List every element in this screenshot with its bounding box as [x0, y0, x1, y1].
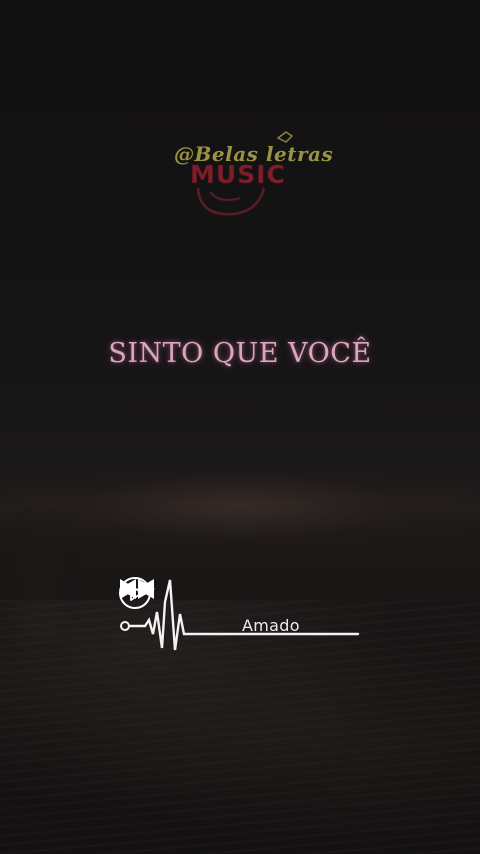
horizon-glow [0, 470, 480, 560]
logo-word: MUSIC [190, 160, 286, 190]
lyric-text: SINTO QUE VOCÊ [108, 338, 372, 369]
song-title: Amado [242, 616, 300, 635]
watermark-logo: @Belas letras MUSIC [170, 128, 333, 223]
music-player: Amado [118, 576, 364, 686]
fast-forward-icon[interactable] [118, 576, 156, 602]
video-frame: @Belas letras MUSIC SINTO QUE VOCÊ Amado [0, 0, 480, 854]
